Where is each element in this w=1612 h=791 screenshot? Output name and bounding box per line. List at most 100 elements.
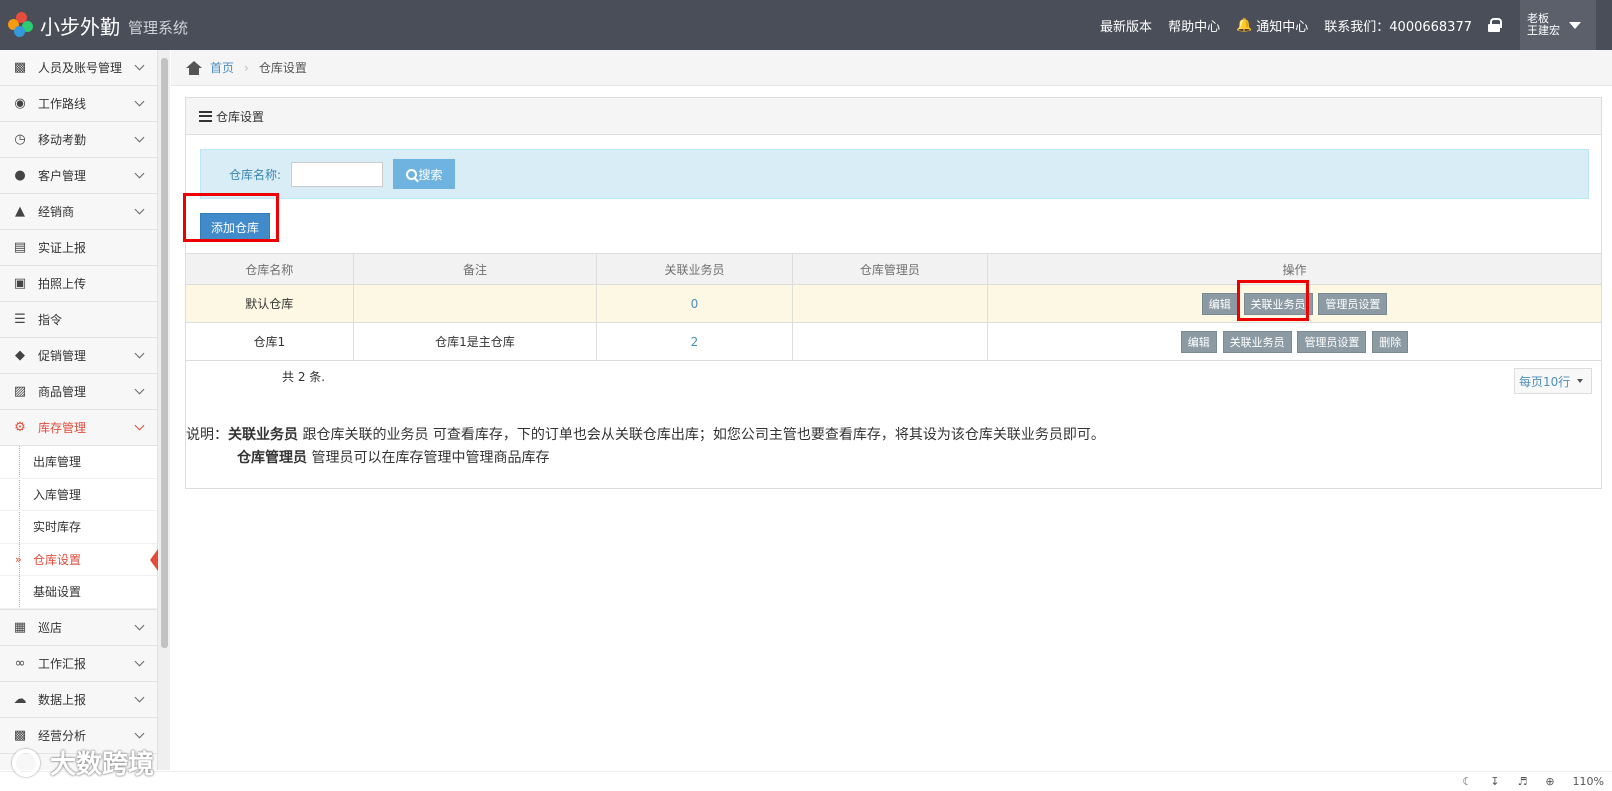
sidebar-item-evidence[interactable]: ▤ 实证上报: [0, 230, 157, 266]
salesmen-count-link[interactable]: 0: [691, 297, 699, 311]
latest-version-link[interactable]: 最新版本: [1100, 16, 1152, 35]
brand-name: 小步外勤: [40, 14, 120, 39]
submenu-item-outbound[interactable]: 出库管理: [0, 446, 157, 479]
sidebar-item-label: 经营分析: [38, 728, 87, 743]
delete-button[interactable]: 删除: [1372, 330, 1409, 353]
submenu-item-basic-settings[interactable]: 基础设置: [0, 576, 157, 609]
watermark-text: 大数跨境: [50, 750, 155, 780]
sidebar-item-staff[interactable]: ▩ 人员及账号管理: [0, 50, 157, 86]
warehouse-settings-panel: 仓库设置 仓库名称: 搜索 添加仓库 仓库名称 备注 关联业务员 仓库管理员 操…: [183, 97, 1602, 489]
submenu-item-realtime-stock[interactable]: 实时库存: [0, 511, 157, 544]
cell-salesmen: 2: [596, 322, 793, 361]
page-size-select[interactable]: 每页10行: [1514, 368, 1592, 394]
home-icon[interactable]: [186, 60, 202, 75]
chevron-down-icon: [134, 204, 145, 215]
dealer-icon: ▲: [15, 204, 25, 219]
chart-icon: ▩: [13, 727, 27, 743]
lock-icon[interactable]: [1488, 18, 1502, 32]
double-chevron-right-icon: »: [15, 552, 22, 566]
sidebar-item-customer[interactable]: ● 客户管理: [0, 158, 157, 194]
list-icon: [199, 110, 212, 122]
note-prefix: 说明：: [186, 427, 228, 443]
page-size-value: 每页10行: [1519, 374, 1571, 389]
salesmen-count-link[interactable]: 2: [691, 335, 699, 349]
map-marker-icon: ◉: [14, 96, 26, 111]
note-term-salesmen: 关联业务员: [228, 427, 298, 443]
explanation-note: 说明：关联业务员 跟仓库关联的业务员 可查看库存，下的订单也会从关联仓库出库；如…: [186, 424, 1105, 470]
caret-down-icon: [1577, 379, 1583, 383]
moon-icon[interactable]: ☾: [1462, 775, 1472, 788]
chevron-down-icon: [134, 420, 145, 431]
sidebar-item-command[interactable]: ☰ 指令: [0, 302, 157, 338]
brand-subtitle: 管理系统: [128, 18, 189, 37]
caret-down-icon: [1569, 21, 1581, 29]
submenu-item-inbound[interactable]: 入库管理: [0, 479, 157, 511]
chevron-down-icon: [134, 60, 145, 71]
search-button[interactable]: 搜索: [393, 159, 456, 189]
sidebar-item-label: 指令: [38, 313, 63, 327]
sidebar-item-work-report[interactable]: ∞ 工作汇报: [0, 646, 157, 682]
col-header-remark: 备注: [352, 253, 598, 285]
watermark: 大数跨境: [12, 744, 154, 781]
sidebar-item-photo[interactable]: ▣ 拍照上传: [0, 266, 157, 302]
breadcrumb-current: 仓库设置: [258, 61, 307, 75]
chevron-down-icon: [134, 728, 145, 738]
table-header-row: 仓库名称 备注 关联业务员 仓库管理员 操作: [185, 253, 1602, 285]
sidebar-item-goods[interactable]: ▨ 商品管理: [0, 374, 157, 410]
download-icon[interactable]: ↧: [1490, 775, 1499, 788]
sidebar-item-data-upload[interactable]: ☁ 数据上报: [0, 682, 157, 718]
sidebar-item-promotion[interactable]: ◆ 促销管理: [0, 338, 157, 374]
volume-icon[interactable]: ♬: [1517, 775, 1527, 788]
table-row: 仓库1 仓库1是主仓库 2 编辑 关联业务员 管理员设置 删除: [185, 322, 1602, 361]
sidebar-item-label: 巡店: [38, 620, 63, 635]
brand-logo[interactable]: 小步外勤 管理系统: [8, 10, 188, 40]
breadcrumb-home-link[interactable]: 首页: [210, 59, 234, 76]
user-name: 王建宏: [1527, 24, 1560, 37]
sidebar-item-dealer[interactable]: ▲ 经销商: [0, 194, 157, 230]
sidebar-item-label: 库存管理: [38, 421, 87, 435]
sidebar-item-label: 经销商: [38, 205, 75, 219]
scrollbar-thumb[interactable]: [161, 58, 168, 648]
chevron-down-icon: [134, 132, 145, 143]
warehouse-name-input[interactable]: [291, 161, 384, 187]
sidebar-item-label: 促销管理: [38, 349, 87, 363]
admin-settings-button[interactable]: 管理员设置: [1297, 330, 1367, 353]
chevron-down-icon: [134, 168, 145, 179]
highlight-box-add: [183, 193, 279, 242]
search-button-label: 搜索: [418, 167, 443, 182]
zoom-icon[interactable]: ⊕: [1545, 775, 1554, 788]
chevron-down-icon: [134, 348, 145, 359]
edit-button[interactable]: 编辑: [1201, 292, 1238, 315]
help-center-link[interactable]: 帮助中心: [1168, 16, 1220, 35]
sidebar-scrollbar[interactable]: [158, 50, 170, 770]
user-menu[interactable]: 老板 王建宏: [1520, 0, 1596, 50]
cloud-upload-icon: ☁: [13, 691, 27, 707]
cell-admin: [791, 284, 989, 323]
edit-button[interactable]: 编辑: [1180, 330, 1217, 353]
cell-remark: [352, 284, 598, 323]
sidebar-item-label: 实证上报: [38, 241, 87, 255]
sidebar-item-route[interactable]: ◉ 工作路线: [0, 86, 157, 122]
sidebar-item-inventory[interactable]: ⚙ 库存管理: [0, 410, 157, 446]
sidebar-item-label: 移动考勤: [38, 133, 87, 147]
sidebar-item-label: 数据上报: [38, 692, 87, 707]
submenu-item-label: 仓库设置: [33, 552, 82, 567]
warehouse-name-label: 仓库名称:: [229, 167, 282, 182]
notification-center-link[interactable]: 🔔 通知中心: [1236, 16, 1308, 35]
admin-settings-button[interactable]: 管理员设置: [1318, 292, 1388, 315]
sidebar-item-store-patrol[interactable]: ▦ 巡店: [0, 610, 157, 646]
notification-label: 通知中心: [1256, 19, 1309, 35]
tasks-icon: ☰: [14, 312, 26, 327]
sidebar-item-label: 商品管理: [38, 385, 87, 399]
sidebar-item-attendance[interactable]: ◷ 移动考勤: [0, 122, 157, 158]
breadcrumb: 首页 › 仓库设置: [171, 50, 1612, 86]
chevron-down-icon: [134, 656, 145, 666]
zoom-level[interactable]: 110%: [1573, 775, 1604, 788]
sidebar-item-label: 工作路线: [38, 97, 87, 111]
submenu-item-warehouse-settings[interactable]: » 仓库设置: [0, 544, 158, 576]
link-salesmen-button[interactable]: 关联业务员: [1222, 330, 1292, 353]
logo-mark-icon: [8, 12, 34, 38]
file-icon: ▤: [13, 240, 27, 255]
warehouse-table: 仓库名称 备注 关联业务员 仓库管理员 操作 默认仓库 0 编辑 关联业务员 管…: [185, 253, 1602, 361]
panel-title: 仓库设置: [216, 109, 265, 124]
